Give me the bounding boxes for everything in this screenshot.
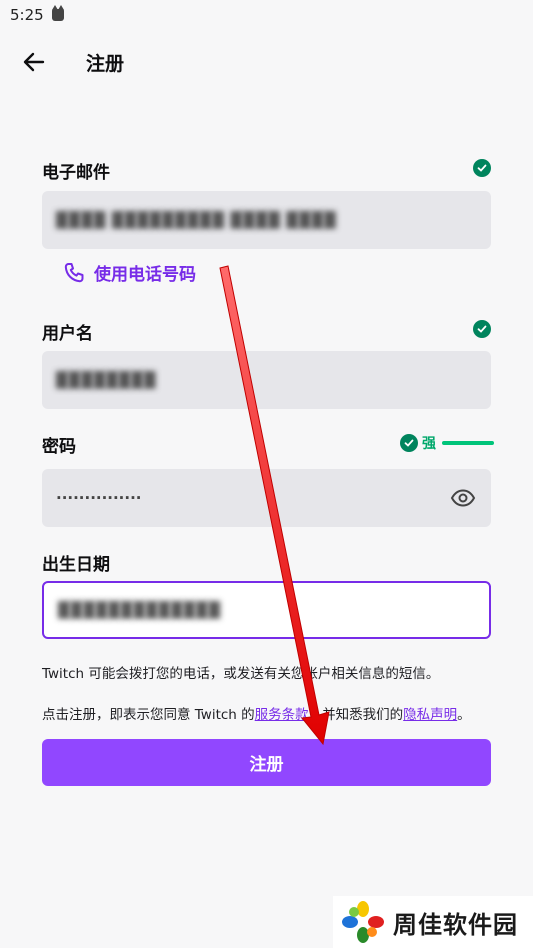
password-strength-bar: [442, 441, 494, 445]
terms-notice: 点击注册，即表示您同意 Twitch 的服务条款，并知悉我们的隐私声明。: [42, 703, 471, 723]
show-password-button[interactable]: [449, 485, 477, 511]
back-button[interactable]: [14, 42, 54, 82]
eye-icon: [450, 489, 476, 507]
email-value: ████ █████████ ████ ████: [56, 211, 337, 229]
birthday-value: █████████████: [58, 601, 221, 619]
use-phone-label: 使用电话号码: [94, 265, 196, 285]
password-strength-check-icon: [400, 434, 418, 452]
password-strength-label: 强: [422, 436, 436, 452]
app-header: 注册: [0, 42, 533, 82]
back-arrow-icon: [23, 52, 45, 72]
email-label: 电子邮件: [42, 163, 110, 183]
birthday-field[interactable]: █████████████: [42, 581, 491, 639]
email-field[interactable]: ████ █████████ ████ ████: [42, 191, 491, 249]
terms-prefix: 点击注册，即表示您同意 Twitch 的: [42, 707, 255, 723]
username-field[interactable]: ████████: [42, 351, 491, 409]
birthday-label: 出生日期: [42, 555, 110, 575]
status-bar: 5:25: [0, 0, 533, 30]
status-time: 5:25: [10, 6, 44, 24]
phone-icon: [64, 262, 84, 282]
password-strength: 强: [400, 433, 494, 453]
password-label: 密码: [42, 437, 76, 457]
terms-suffix: 。: [457, 707, 471, 723]
password-field[interactable]: ···············: [42, 469, 491, 527]
privacy-notice-link[interactable]: 隐私声明: [403, 707, 457, 723]
username-label: 用户名: [42, 324, 93, 344]
watermark-text: 周佳软件园: [393, 910, 518, 939]
signup-button[interactable]: 注册: [42, 739, 491, 786]
page-title: 注册: [86, 52, 125, 75]
password-value: ···············: [56, 489, 142, 507]
use-phone-link[interactable]: 使用电话号码: [62, 260, 196, 285]
watermark: 周佳软件园: [333, 896, 533, 948]
notification-icon: [51, 5, 64, 21]
username-valid-check-icon: [473, 320, 491, 338]
sms-notice: Twitch 可能会拨打您的电话，或发送有关您帐户相关信息的短信。: [42, 666, 440, 682]
email-valid-check-icon: [473, 159, 491, 177]
watermark-logo-icon: [342, 901, 384, 943]
terms-middle: ，并知悉我们的: [308, 707, 404, 723]
terms-of-service-link[interactable]: 服务条款: [255, 707, 309, 723]
username-value: ████████: [56, 371, 157, 389]
